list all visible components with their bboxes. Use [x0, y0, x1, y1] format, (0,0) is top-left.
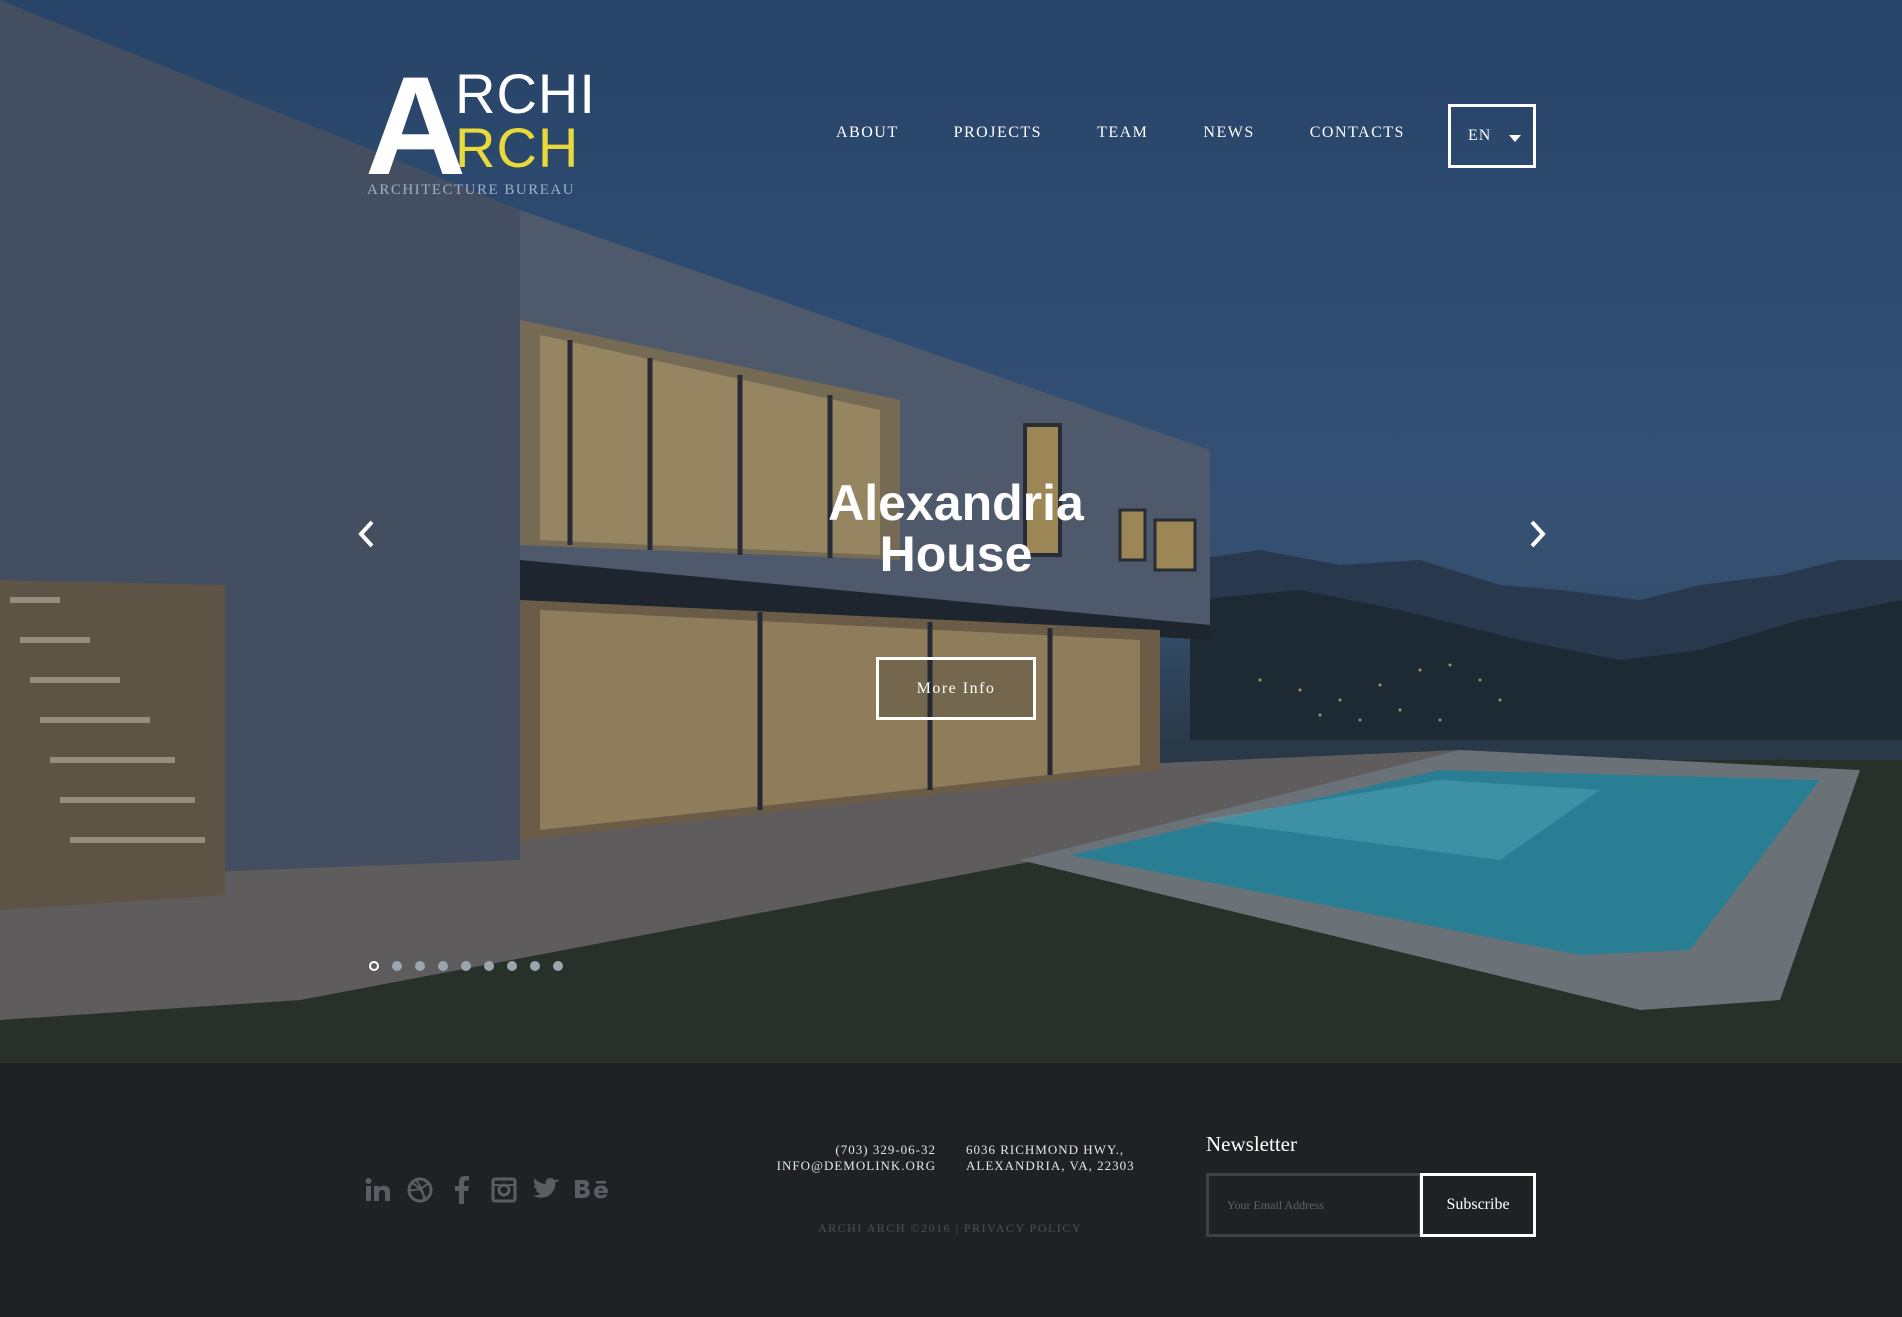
nav-item-contacts[interactable]: CONTACTS	[1310, 124, 1405, 142]
slider-dot-1[interactable]	[369, 961, 379, 971]
slider-dot-9[interactable]	[553, 961, 563, 971]
nav-item-team[interactable]: TEAM	[1097, 124, 1148, 142]
social-links	[364, 1176, 610, 1204]
slider-pagination	[369, 961, 563, 971]
subscribe-button[interactable]: Subscribe	[1420, 1173, 1536, 1237]
nav-item-news[interactable]: NEWS	[1203, 124, 1254, 142]
behance-icon[interactable]	[574, 1176, 610, 1204]
address-line-2: ALEXANDRIA, VA, 22303	[966, 1158, 1135, 1173]
slide-title-line-2: House	[879, 526, 1033, 582]
twitter-icon[interactable]	[532, 1176, 560, 1204]
contact-address: 6036 RICHMOND HWY., ALEXANDRIA, VA, 2230…	[966, 1142, 1166, 1174]
address-line-1: 6036 RICHMOND HWY.,	[966, 1142, 1125, 1157]
brand-logo[interactable]: A RCHI RCH ARCHITECTURE BUREAU	[365, 56, 595, 202]
slide-title-line-1: Alexandria	[828, 475, 1084, 531]
more-info-button[interactable]: More Info	[876, 657, 1036, 720]
slider-dot-6[interactable]	[484, 961, 494, 971]
instagram-icon[interactable]	[490, 1176, 518, 1204]
language-selector[interactable]: EN	[1448, 104, 1536, 168]
facebook-icon[interactable]	[448, 1176, 476, 1204]
dribbble-icon[interactable]	[406, 1176, 434, 1204]
chevron-right-icon[interactable]	[1522, 516, 1552, 552]
language-code: EN	[1468, 127, 1492, 144]
linkedin-icon[interactable]	[364, 1176, 392, 1204]
slider-dot-5[interactable]	[461, 961, 471, 971]
main-nav: ABOUT PROJECTS TEAM NEWS CONTACTS	[836, 124, 1405, 142]
newsletter-title: Newsletter	[1206, 1132, 1297, 1156]
logo-tagline: ARCHITECTURE BUREAU	[367, 182, 576, 198]
newsletter-email-input[interactable]	[1206, 1173, 1422, 1237]
logo-line-2: RCH	[455, 116, 580, 179]
logo-letter: A	[365, 47, 466, 204]
slider-dot-7[interactable]	[507, 961, 517, 971]
nav-item-projects[interactable]: PROJECTS	[954, 124, 1042, 142]
chevron-left-icon[interactable]	[352, 516, 382, 552]
contact-phone-email: (703) 329-06-32 INFO@DEMOLINK.ORG	[700, 1142, 936, 1174]
copyright-text: ARCHI ARCH ©2016 | PRIVACY POLICY	[817, 1221, 1083, 1235]
email-address[interactable]: INFO@DEMOLINK.ORG	[700, 1158, 936, 1174]
slide-title: Alexandria House	[756, 478, 1156, 580]
slider-dot-8[interactable]	[530, 961, 540, 971]
nav-item-about[interactable]: ABOUT	[836, 124, 899, 142]
phone-number[interactable]: (703) 329-06-32	[700, 1142, 936, 1158]
slider-dot-3[interactable]	[415, 961, 425, 971]
slider-dot-4[interactable]	[438, 961, 448, 971]
logo-line-1: RCHI	[455, 62, 596, 125]
footer	[0, 1063, 1902, 1317]
caret-down-icon	[1509, 135, 1521, 142]
slider-dot-2[interactable]	[392, 961, 402, 971]
